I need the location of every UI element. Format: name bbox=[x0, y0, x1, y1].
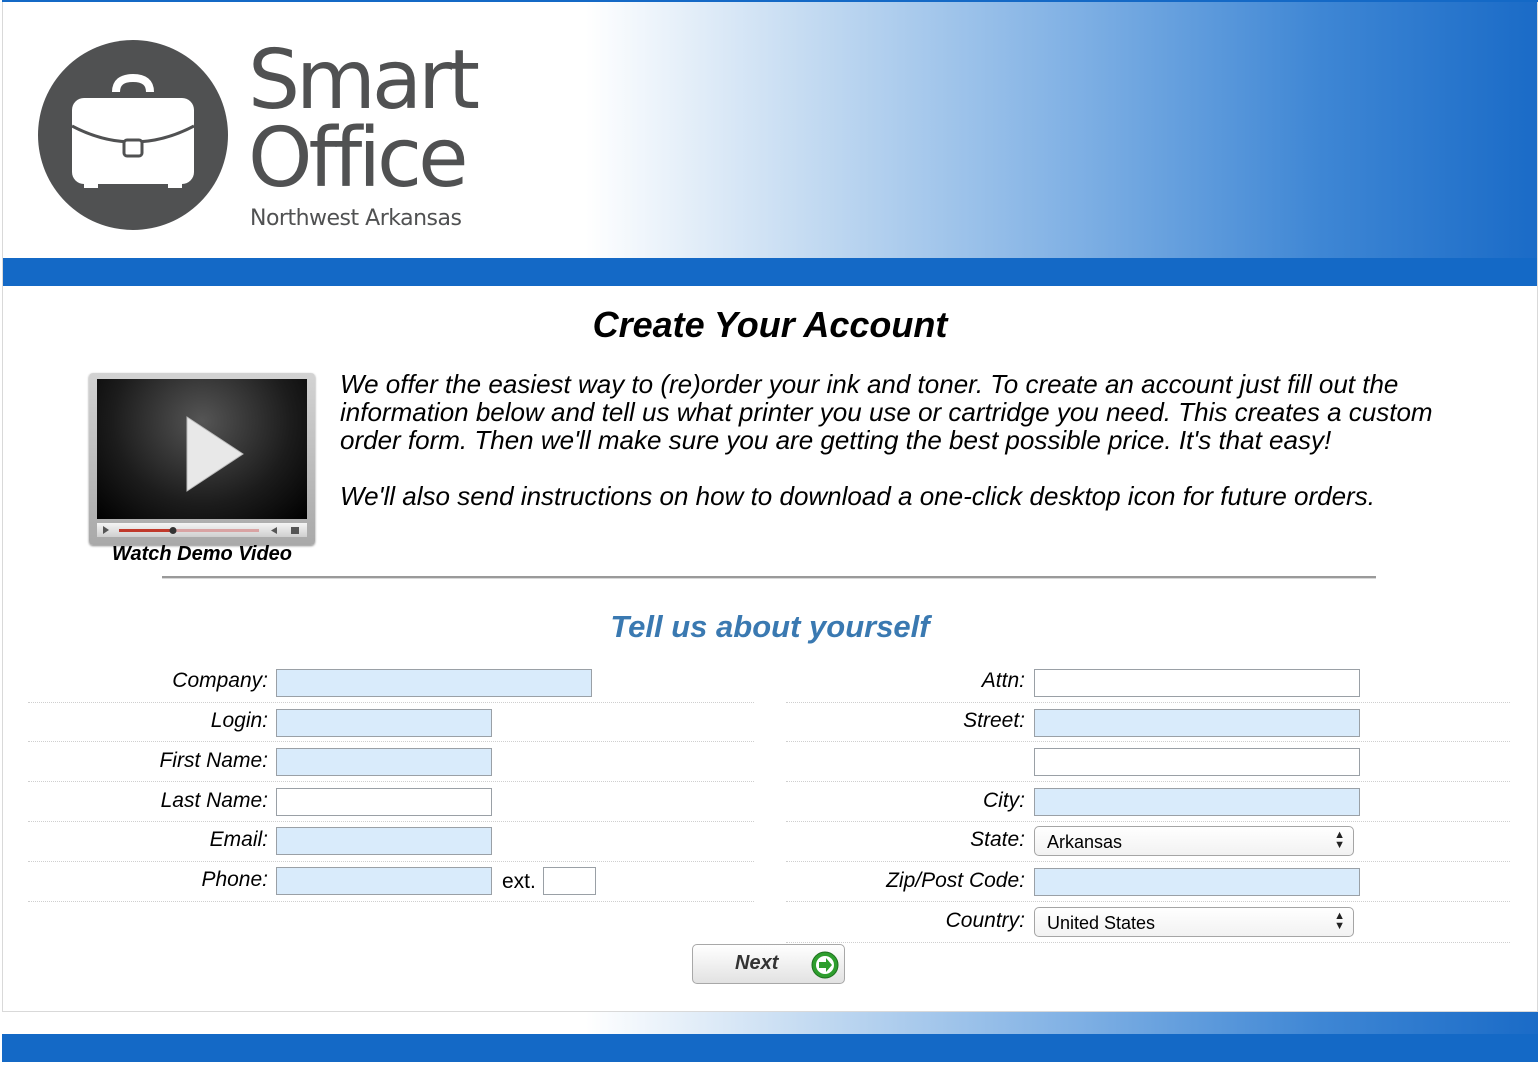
intro-paragraph: We offer the easiest way to (re)order yo… bbox=[340, 369, 1433, 455]
video-caption[interactable]: Watch Demo Video bbox=[89, 543, 315, 566]
phone-label: Phone: bbox=[201, 868, 268, 891]
select-arrows-icon: ▲ ▼ bbox=[1334, 910, 1345, 932]
row-separator bbox=[786, 702, 1510, 703]
login-input[interactable] bbox=[276, 709, 492, 737]
state-select-value: Arkansas bbox=[1047, 832, 1123, 852]
company-label: Company: bbox=[172, 669, 268, 692]
row-separator bbox=[786, 901, 1510, 902]
first-name-input[interactable] bbox=[276, 748, 492, 776]
country-select[interactable]: United States ▲ ▼ bbox=[1034, 907, 1354, 937]
company-input[interactable] bbox=[276, 669, 592, 697]
video-controls[interactable] bbox=[97, 523, 307, 537]
phone-ext-input[interactable] bbox=[543, 867, 596, 895]
page-title: Create Your Account bbox=[592, 304, 948, 345]
brand-subtitle: Northwest Arkansas bbox=[250, 206, 462, 231]
row-separator bbox=[28, 741, 754, 742]
row-separator bbox=[28, 861, 754, 862]
next-button-label: Next bbox=[735, 952, 779, 974]
first-name-label: First Name: bbox=[159, 749, 268, 772]
attn-label: Attn: bbox=[981, 669, 1025, 692]
intro-text: We offer the easiest way to (re)order yo… bbox=[340, 370, 1460, 510]
arrow-right-icon bbox=[811, 951, 839, 979]
brand-name-line2: Office bbox=[248, 111, 469, 206]
video-progress-icon bbox=[103, 526, 299, 534]
phone-input[interactable] bbox=[276, 867, 492, 895]
row-separator bbox=[786, 942, 1510, 943]
section-title: Tell us about yourself bbox=[610, 609, 930, 644]
row-separator bbox=[786, 741, 1510, 742]
video-screen bbox=[97, 379, 307, 519]
brand-name-line1: Smart bbox=[248, 33, 480, 128]
footer-banner bbox=[2, 1012, 1538, 1034]
last-name-label: Last Name: bbox=[160, 789, 268, 812]
row-separator bbox=[28, 821, 754, 822]
zip-label: Zip/Post Code: bbox=[886, 869, 1025, 892]
attn-input[interactable] bbox=[1034, 669, 1360, 697]
city-input[interactable] bbox=[1034, 788, 1360, 816]
zip-input[interactable] bbox=[1034, 868, 1360, 896]
demo-video-thumbnail[interactable] bbox=[89, 373, 315, 545]
country-label: Country: bbox=[945, 909, 1025, 932]
email-label: Email: bbox=[209, 828, 268, 851]
ext-label: ext. bbox=[502, 870, 536, 893]
row-separator bbox=[786, 781, 1510, 782]
row-separator bbox=[28, 702, 754, 703]
city-label: City: bbox=[983, 789, 1025, 812]
next-button[interactable]: Next bbox=[692, 944, 845, 984]
row-separator bbox=[786, 861, 1510, 862]
briefcase-icon bbox=[71, 73, 195, 188]
last-name-input[interactable] bbox=[276, 788, 492, 816]
select-arrows-icon: ▲ ▼ bbox=[1334, 829, 1345, 851]
play-icon bbox=[186, 416, 244, 492]
email-input[interactable] bbox=[276, 827, 492, 855]
state-select[interactable]: Arkansas ▲ ▼ bbox=[1034, 826, 1354, 856]
street-input[interactable] bbox=[1034, 709, 1360, 737]
section-divider bbox=[162, 576, 1376, 579]
row-separator bbox=[786, 821, 1510, 822]
footer-stripe bbox=[2, 1034, 1538, 1062]
row-separator bbox=[28, 781, 754, 782]
country-select-value: United States bbox=[1047, 913, 1156, 933]
row-separator bbox=[28, 901, 754, 902]
state-label: State: bbox=[970, 828, 1025, 851]
logo-badge bbox=[38, 40, 228, 230]
login-label: Login: bbox=[210, 709, 268, 732]
street-line2-input[interactable] bbox=[1034, 748, 1360, 776]
intro-paragraph: We'll also send instructions on how to d… bbox=[340, 481, 1375, 511]
street-label: Street: bbox=[963, 709, 1025, 732]
